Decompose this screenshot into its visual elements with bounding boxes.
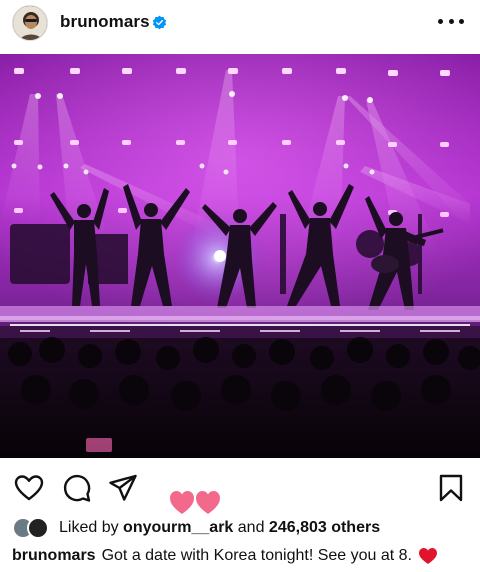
likes-row: Liked by onyourm__ark and 246,803 others (12, 514, 380, 542)
post-photo[interactable] (0, 54, 480, 458)
liker-avatars (12, 517, 52, 539)
post-username[interactable]: brunomars (60, 12, 150, 32)
likes-text: Liked by onyourm__ark and 246,803 others (59, 519, 380, 537)
caption-username[interactable]: brunomars (12, 547, 96, 565)
liker-avatar[interactable] (27, 517, 49, 539)
avatar-image (13, 6, 47, 40)
more-dot (448, 18, 454, 24)
heart-outline-icon[interactable] (14, 473, 44, 503)
likes-count[interactable]: 246,803 others (269, 519, 380, 536)
more-dot (438, 18, 443, 24)
more-options-icon[interactable] (438, 11, 464, 31)
likes-prefix: Liked by (59, 519, 119, 536)
profile-avatar[interactable] (12, 5, 48, 41)
likes-connector: and (237, 519, 265, 536)
more-dot (459, 18, 464, 24)
verified-badge-icon (152, 15, 167, 30)
concert-stage-image (0, 54, 480, 458)
comment-bubble-icon[interactable] (62, 473, 92, 503)
post-caption: brunomars Got a date with Korea tonight!… (12, 542, 438, 570)
post-action-bar (0, 468, 480, 514)
bookmark-icon[interactable] (436, 473, 466, 503)
paper-plane-icon[interactable] (108, 473, 138, 503)
liker-username[interactable]: onyourm__ark (123, 519, 233, 536)
post-header: brunomars (0, 0, 480, 52)
red-heart-emoji-icon (419, 548, 437, 564)
double-heart-icon (170, 491, 220, 514)
caption-text: Got a date with Korea tonight! See you a… (101, 547, 412, 564)
